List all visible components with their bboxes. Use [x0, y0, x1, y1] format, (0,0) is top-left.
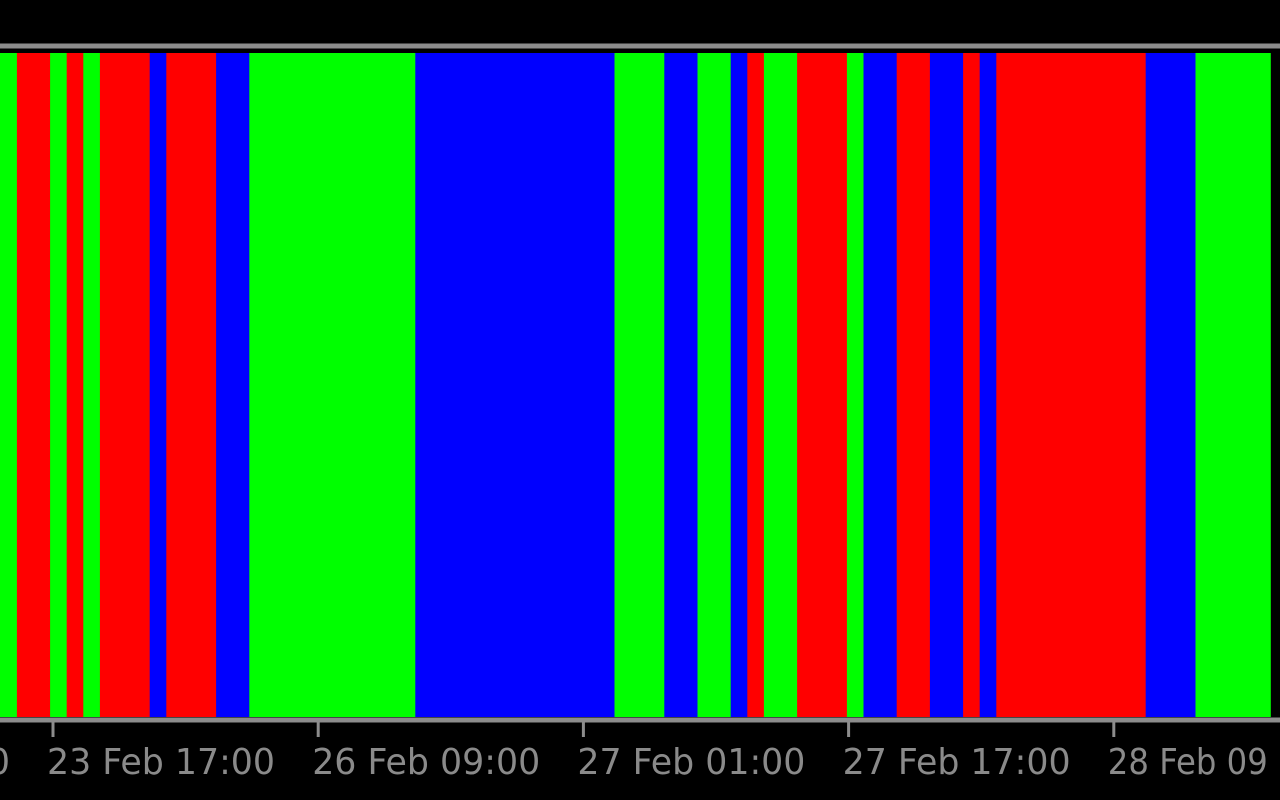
state-segment-neutral	[216, 53, 250, 717]
x-axis: 0 23 Feb 17:00 26 Feb 09:00 27 Feb 01:00 27 …	[0, 720, 1268, 783]
x-tick-label: 28 Feb 09	[1108, 742, 1268, 783]
state-segment-down	[797, 53, 848, 717]
state-segment-neutral	[415, 53, 616, 717]
state-segment-up	[846, 53, 865, 717]
state-segment-down	[996, 53, 1147, 717]
x-tick-label: 0	[0, 742, 10, 783]
state-bars	[0, 53, 1271, 717]
state-segment-neutral	[149, 53, 167, 717]
state-segment-up	[50, 53, 68, 717]
state-segment-up	[697, 53, 732, 717]
state-segment-up	[614, 53, 665, 717]
state-segment-up	[1195, 53, 1271, 717]
state-segment-down	[66, 53, 84, 717]
state-segment-neutral	[863, 53, 898, 717]
state-segment-down	[166, 53, 217, 717]
x-tick-label: 26 Feb 09:00	[312, 742, 540, 783]
state-segment-down	[963, 53, 981, 717]
x-tick-label: 27 Feb 17:00	[843, 742, 1071, 783]
indicator-chart: 0 23 Feb 17:00 26 Feb 09:00 27 Feb 01:00 27 …	[0, 43, 1280, 783]
x-tick-label: 23 Feb 17:00	[47, 742, 275, 783]
state-segment-neutral	[929, 53, 964, 717]
state-segment-up	[83, 53, 101, 717]
state-segment-up	[249, 53, 416, 717]
state-segment-down	[896, 53, 931, 717]
chart-window: 0 23 Feb 17:00 26 Feb 09:00 27 Feb 01:00 27 …	[0, 0, 1280, 800]
state-segment-down	[16, 53, 51, 717]
x-tick-label: 27 Feb 01:00	[577, 742, 805, 783]
state-segment-neutral	[979, 53, 997, 717]
state-segment-neutral	[1145, 53, 1197, 717]
state-segment-down	[99, 53, 151, 717]
state-segment-neutral	[730, 53, 748, 717]
state-segment-up	[0, 53, 18, 717]
state-segment-neutral	[664, 53, 699, 717]
state-segment-up	[763, 53, 798, 717]
state-segment-down	[747, 53, 765, 717]
